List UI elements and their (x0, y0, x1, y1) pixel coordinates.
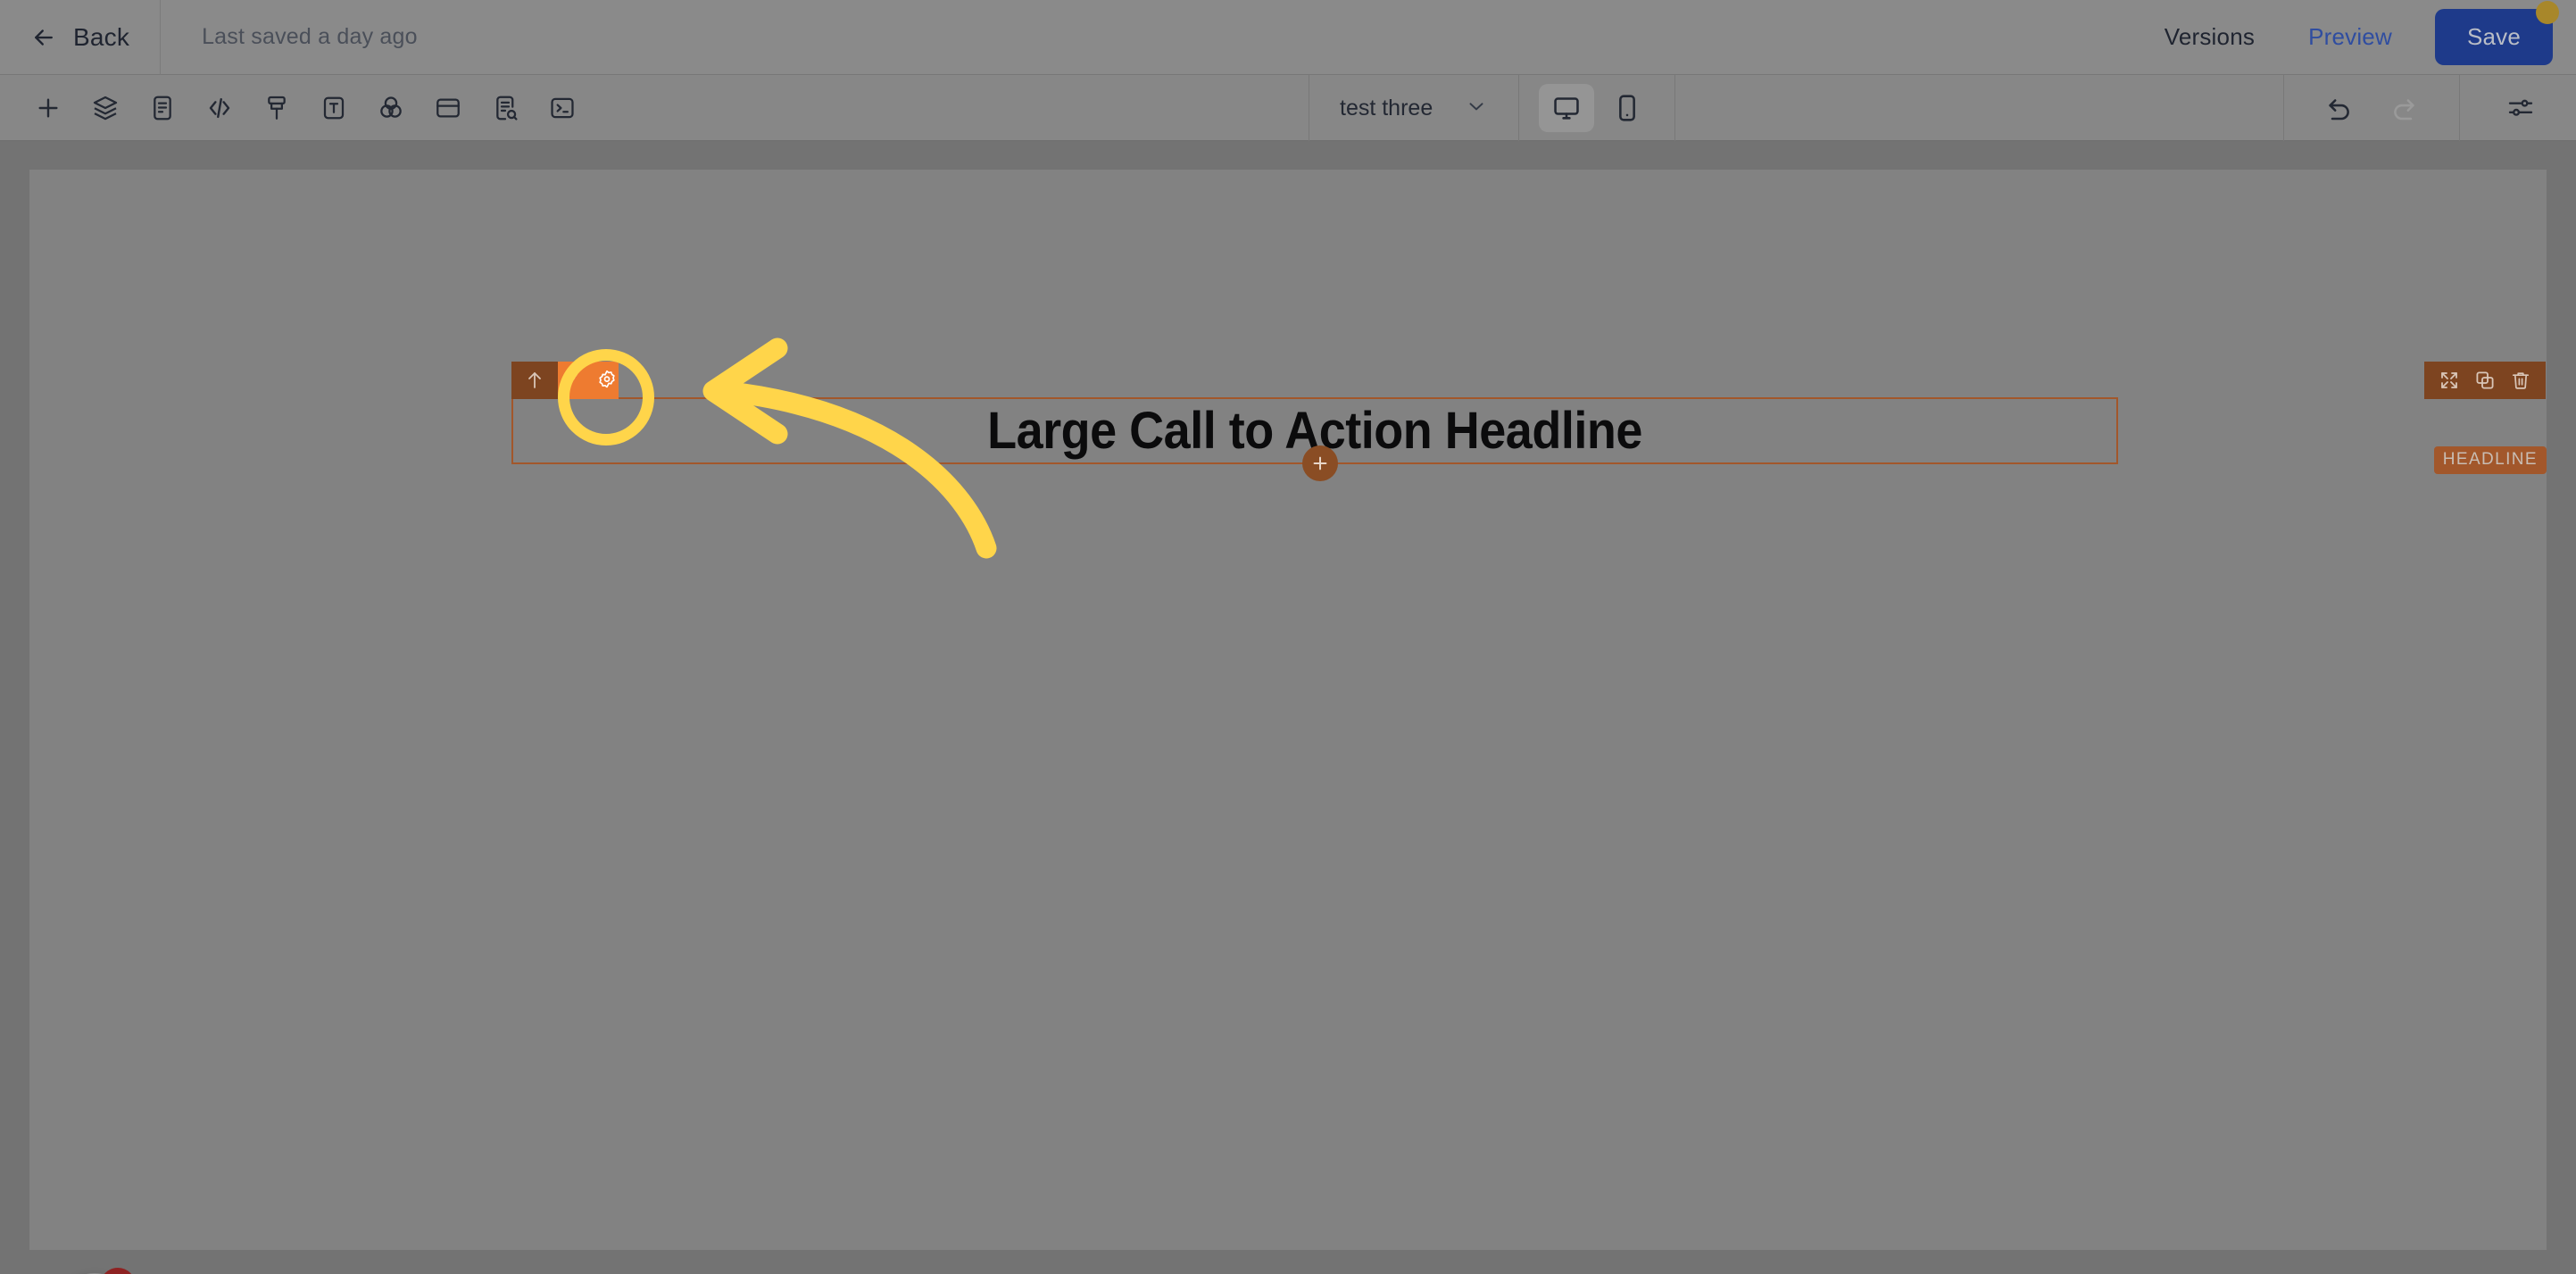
toolbar-right (2283, 75, 2576, 141)
sliders-settings-icon (2506, 94, 2535, 122)
undo-icon (2325, 94, 2354, 122)
delete-button[interactable] (2503, 362, 2539, 399)
expand-button[interactable] (2431, 362, 2467, 399)
back-button[interactable]: Back (0, 0, 162, 75)
duplicate-button[interactable] (2467, 362, 2503, 399)
desktop-icon (1551, 93, 1582, 123)
add-block-below-icon (1310, 454, 1330, 473)
code-icon (205, 94, 234, 122)
add-block-button[interactable] (20, 82, 77, 134)
add-block-icon (34, 94, 62, 122)
text-icon (320, 94, 348, 122)
layers-icon (91, 94, 120, 122)
last-saved-status: Last saved a day ago (202, 24, 418, 49)
top-bar-actions: Versions Preview Save (2138, 1, 2576, 65)
chat-unread-badge: 2 (100, 1268, 136, 1274)
seo-document-button[interactable] (477, 82, 534, 134)
device-mobile-button[interactable] (1600, 84, 1655, 132)
move-up-icon (524, 370, 545, 391)
preview-button[interactable]: Preview (2281, 23, 2419, 51)
code-button[interactable] (191, 82, 248, 134)
color-blend-button[interactable] (362, 82, 420, 134)
mobile-icon (1612, 93, 1642, 123)
save-button[interactable]: Save (2434, 9, 2553, 65)
page-document-icon (148, 94, 177, 122)
duplicate-icon (2474, 370, 2496, 391)
terminal-icon (548, 94, 577, 122)
top-bar: Back Last saved a day ago Versions Previ… (0, 0, 2576, 75)
device-desktop-button[interactable] (1539, 84, 1595, 132)
editor-settings-button[interactable] (2492, 82, 2549, 134)
block-settings-gear-icon (570, 370, 592, 391)
versions-button[interactable]: Versions (2138, 23, 2281, 51)
redo-button[interactable] (2375, 82, 2432, 134)
back-label: Back (73, 22, 130, 51)
canvas-area: Large Call to Action Headline HEADLINE (0, 141, 2576, 1274)
save-button-wrapper: Save (2434, 1, 2559, 65)
brush-button[interactable] (248, 82, 305, 134)
page-select[interactable]: test three (1309, 75, 1518, 141)
move-up-button[interactable] (511, 362, 558, 399)
page-select-value: test three (1340, 95, 1433, 121)
container-icon (434, 94, 462, 122)
app-root: Back Last saved a day ago Versions Previ… (0, 0, 2576, 1274)
device-toggle-group (1519, 75, 1674, 141)
block-toolbar-left (511, 362, 604, 399)
brush-icon (262, 94, 291, 122)
trash-icon (2510, 370, 2531, 391)
settings-group (2460, 75, 2576, 141)
divider (1674, 75, 1676, 141)
container-button[interactable] (420, 82, 477, 134)
block-type-badge: HEADLINE (2433, 446, 2547, 474)
add-block-below-button[interactable] (1302, 445, 1338, 481)
block-settings-button[interactable] (558, 362, 604, 399)
seo-document-icon (491, 94, 519, 122)
undo-button[interactable] (2311, 82, 2368, 134)
history-group (2284, 75, 2459, 141)
expand-icon (2439, 370, 2460, 391)
toolbar-left-tools (0, 82, 591, 134)
chevron-down-icon (1465, 95, 1488, 122)
arrow-left-icon (30, 24, 57, 51)
page-canvas[interactable]: Large Call to Action Headline HEADLINE (29, 170, 2547, 1250)
unsaved-changes-dot (2536, 1, 2559, 24)
terminal-button[interactable] (534, 82, 591, 134)
layers-button[interactable] (77, 82, 134, 134)
editor-toolbar: test three (0, 75, 2576, 141)
page-document-button[interactable] (134, 82, 191, 134)
toolbar-center: test three (1309, 75, 1676, 141)
block-toolbar-right (2424, 362, 2546, 399)
color-blend-icon (377, 94, 405, 122)
text-button[interactable] (305, 82, 362, 134)
redo-icon (2389, 94, 2418, 122)
